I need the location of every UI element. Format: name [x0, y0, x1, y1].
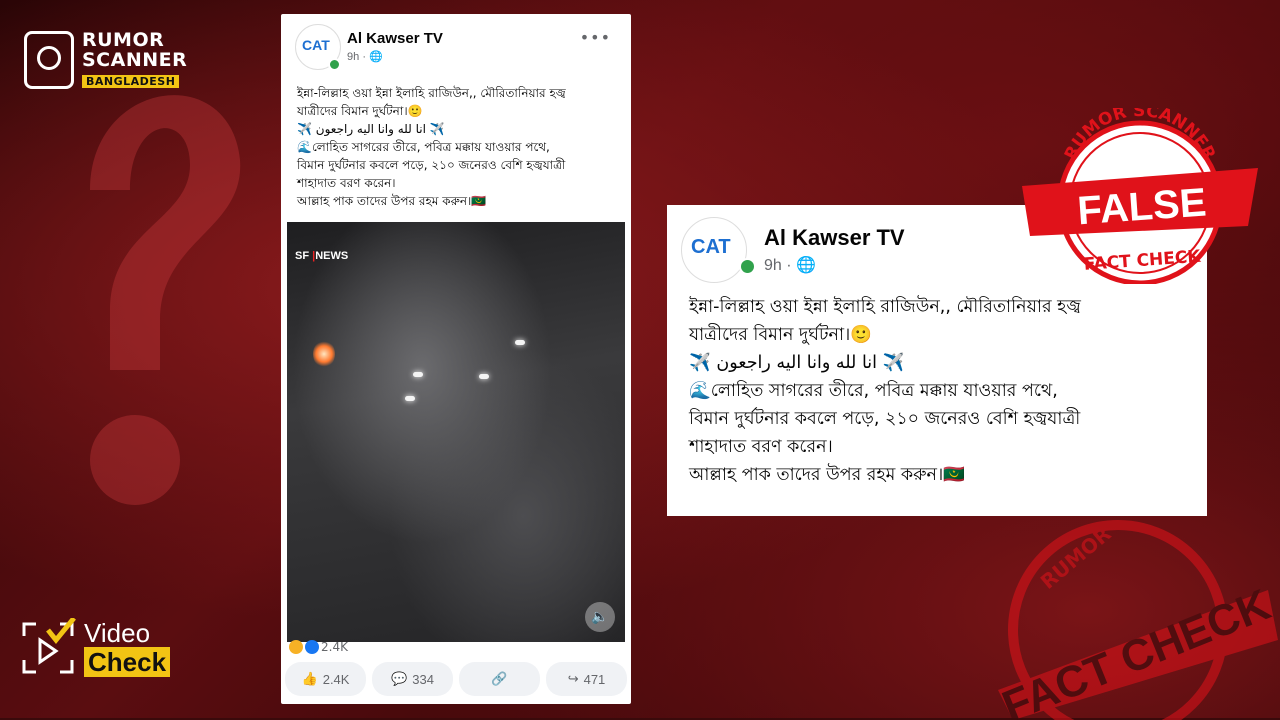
mute-icon[interactable]: 🔈 — [585, 602, 615, 632]
avatar-logo-b: T — [321, 37, 330, 53]
share-button[interactable]: ↪ 471 — [546, 662, 627, 696]
post-line: ✈️ انا لله وانا اليه راجعون ✈️ — [297, 122, 445, 136]
post-text: ইন্না-লিল্লাহ ওয়া ইন্না ইলাহি রাজিউন,, … — [297, 84, 619, 210]
share-icon: ↪ — [567, 671, 579, 686]
video-check-line-2: Check — [84, 647, 171, 677]
zoom-post-line: শাহাদাত বরণ করেন। — [689, 437, 833, 457]
zoom-post-text: ইন্না-লিল্লাহ ওয়া ইন্না ইলাহি রাজিউন,, … — [689, 293, 1199, 489]
reaction-summary[interactable]: 2.4K — [289, 640, 348, 654]
post-line: বিমান দুর্ঘটনার কবলে পড়ে, ২১০ জনেরও বেশ… — [297, 158, 566, 172]
post-line: 🌊লোহিত সাগরের তীরে, পবিত্র মক্কায় যাওয়… — [297, 140, 550, 154]
video-watermark: SF |NEWS — [295, 250, 349, 262]
brand-line-1: RUMOR — [82, 29, 165, 51]
like-reaction-icon — [305, 640, 319, 654]
link-icon: 🔗 — [491, 671, 508, 686]
video-check-logo: Video Check — [20, 618, 171, 678]
post-time[interactable]: 9h · 🌐 — [347, 50, 383, 63]
post-video[interactable]: SF |NEWS 🔈 — [287, 222, 625, 642]
reaction-count: 2.4K — [321, 640, 348, 654]
comment-button[interactable]: 💬 334 — [372, 662, 453, 696]
post-line: যাত্রীদের বিমান দুর্ঘটনা।🙂 — [297, 104, 423, 118]
brand-line-2: SCANNER — [82, 49, 188, 71]
page-name[interactable]: Al Kawser TV — [347, 30, 443, 47]
rumor-scanner-logo: RUMOR SCANNER BANGLADESH — [24, 30, 187, 89]
like-button[interactable]: 👍 2.4K — [285, 662, 366, 696]
sad-reaction-icon — [289, 640, 303, 654]
avatar-logo-a: CA — [302, 37, 322, 53]
online-status-dot — [328, 58, 341, 71]
zoom-post-line: বিমান দুর্ঘটনার কবলে পড়ে, ২১০ জনেরও বেশ… — [689, 409, 1081, 429]
zoom-post-line: ✈️ انا لله وانا اليه راجعون ✈️ — [689, 353, 905, 373]
post-header: CAT Al Kawser TV 9h · 🌐 ••• — [295, 24, 615, 74]
post-line: শাহাদাত বরণ করেন। — [297, 176, 396, 190]
fact-check-background-stamp: RUMOR FACT CHECK — [996, 520, 1278, 720]
zoom-post-line: ইন্না-লিল্লাহ ওয়া ইন্না ইলাহি রাজিউন,, … — [689, 297, 1081, 317]
comment-icon: 💬 — [391, 671, 408, 686]
post-line: ইন্না-লিল্লাহ ওয়া ইন্না ইলাহি রাজিউন,, … — [297, 86, 566, 100]
globe-icon: 🌐 — [796, 257, 816, 274]
video-check-line-1: Video — [84, 618, 151, 648]
zoom-online-status-dot — [739, 258, 756, 275]
zoom-page-name: Al Kawser TV — [764, 225, 905, 250]
copy-link-button[interactable]: 🔗 — [459, 662, 540, 696]
post-actions: 👍 2.4K 💬 334 🔗 ↪ 471 — [285, 662, 627, 696]
question-mark-graphic — [90, 95, 241, 505]
globe-icon: 🌐 — [369, 51, 383, 63]
facebook-post-card: CAT Al Kawser TV 9h · 🌐 ••• ইন্না-লিল্লা… — [281, 14, 631, 704]
zoom-post-line: 🌊লোহিত সাগরের তীরে, পবিত্র মক্কায় যাওয়… — [689, 381, 1058, 401]
fire-glow — [313, 340, 335, 368]
brand-line-3: BANGLADESH — [82, 75, 180, 88]
stamp-verdict: FALSE — [1076, 180, 1208, 233]
thumbs-up-icon: 👍 — [301, 671, 318, 686]
more-options-icon[interactable]: ••• — [580, 28, 611, 47]
post-line: আল্লাহ পাক তাদের উপর রহম করুন।🇲🇷 — [297, 194, 487, 208]
video-play-check-icon — [22, 618, 76, 674]
phone-scan-icon — [24, 30, 74, 89]
zoom-page-avatar: CAT — [681, 217, 747, 283]
false-fact-check-stamp: RUMOR SCANNER FALSE FACT CHECK — [1022, 108, 1258, 284]
zoom-post-time: 9h · 🌐 — [764, 257, 816, 274]
zoom-post-line: যাত্রীদের বিমান দুর্ঘটনা।🙂 — [689, 325, 873, 345]
zoom-post-line: আল্লাহ পাক তাদের উপর রহম করুন।🇲🇷 — [689, 465, 966, 485]
